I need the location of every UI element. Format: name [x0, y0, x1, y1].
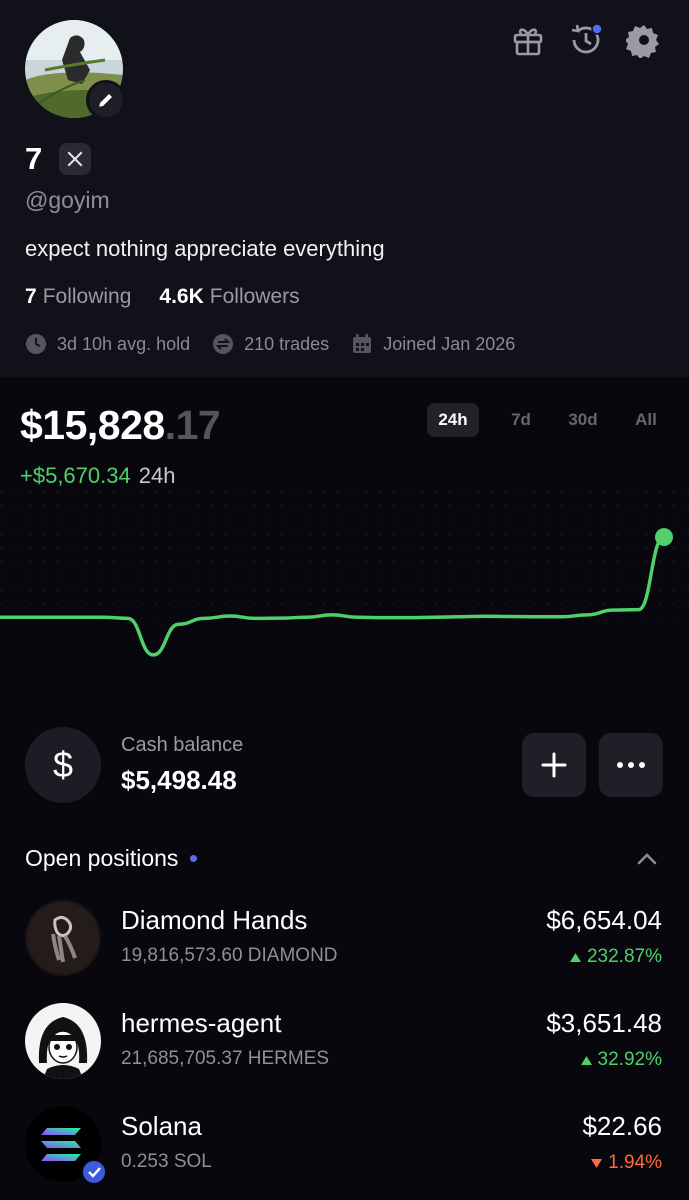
- new-indicator-dot: [190, 855, 198, 862]
- position-row[interactable]: Diamond Hands 19,816,573.60 DIAMOND $6,6…: [0, 900, 689, 990]
- joined-stat: Joined Jan 2026: [351, 333, 515, 355]
- position-name: hermes-agent: [121, 1008, 282, 1038]
- position-value: $22.66: [582, 1111, 662, 1141]
- open-positions-header: Open positions: [25, 845, 198, 872]
- chart-end-point: [655, 528, 673, 547]
- calendar-icon: [353, 334, 372, 353]
- position-change: 1.94%: [591, 1152, 662, 1174]
- change-amount: +$5,670.34: [20, 463, 131, 488]
- tab-7d[interactable]: 7d: [493, 403, 549, 437]
- more-options-button[interactable]: [599, 733, 663, 797]
- balance-cents: .17: [164, 402, 221, 448]
- tab-24h[interactable]: 24h: [427, 403, 479, 437]
- gear-icon[interactable]: [626, 22, 662, 58]
- pencil-icon: [99, 94, 112, 107]
- position-change-value: 232.87%: [586, 946, 662, 967]
- followers-count[interactable]: 4.6K: [159, 285, 203, 309]
- position-value: $3,651.48: [546, 1008, 662, 1038]
- x-logo-icon[interactable]: [59, 143, 91, 175]
- chevron-up-icon[interactable]: [636, 849, 658, 867]
- cash-symbol: $: [52, 744, 74, 785]
- position-name: Diamond Hands: [121, 905, 308, 935]
- plus-icon: [541, 752, 567, 778]
- trades-stat: 210 trades: [212, 333, 329, 355]
- position-value: $6,654.04: [546, 905, 662, 935]
- profile-bio: expect nothing appreciate everything: [25, 236, 385, 261]
- portfolio-chart[interactable]: [0, 490, 689, 690]
- profile-handle: @goyim: [25, 187, 110, 213]
- balance-main: $15,828: [20, 402, 165, 448]
- following-label[interactable]: Following: [43, 285, 132, 309]
- triangle-down-icon: [591, 1158, 603, 1168]
- trades-text: 210 trades: [244, 333, 330, 354]
- edit-avatar-button[interactable]: [86, 80, 126, 120]
- joined-text: Joined Jan 2026: [383, 333, 516, 354]
- position-change-value: 1.94%: [608, 1152, 662, 1173]
- position-change: 232.87%: [569, 946, 662, 968]
- position-row[interactable]: Solana 0.253 SOL $22.66 1.94%: [0, 1106, 689, 1196]
- position-change-value: 32.92%: [597, 1049, 662, 1070]
- tab-all[interactable]: All: [618, 403, 674, 437]
- dollar-icon: $: [25, 727, 101, 803]
- position-change: 32.92%: [580, 1049, 662, 1071]
- change-period: 24h: [138, 463, 176, 488]
- diamond-hands-token-icon: [25, 900, 101, 976]
- position-quantity: 19,816,573.60 DIAMOND: [121, 945, 338, 966]
- position-name: Solana: [121, 1111, 202, 1141]
- cash-balance-value: $5,498.48: [121, 765, 237, 795]
- portfolio-change: +$5,670.34 24h: [20, 463, 175, 489]
- hermes-agent-token-icon: [25, 1003, 101, 1079]
- verified-badge-icon: [81, 1159, 107, 1185]
- trader-stats: 3d 10h avg. hold 210 trades Joined Jan 2…: [25, 333, 537, 355]
- avg-hold-stat: 3d 10h avg. hold: [25, 333, 190, 355]
- add-cash-button[interactable]: [522, 733, 586, 797]
- gift-icon[interactable]: [510, 22, 546, 58]
- position-quantity: 0.253 SOL: [121, 1151, 212, 1172]
- swap-icon: [213, 334, 234, 354]
- triangle-up-icon: [580, 1055, 592, 1065]
- profile-name: 7: [25, 141, 43, 176]
- open-positions-title: Open positions: [25, 845, 179, 871]
- clock-icon: [26, 334, 46, 354]
- following-count[interactable]: 7: [25, 285, 37, 309]
- profile-header: 7 @goyim expect nothing appreciate every…: [0, 0, 689, 377]
- portfolio-balance: $15,828.17: [20, 402, 221, 449]
- tab-30d[interactable]: 30d: [555, 403, 611, 437]
- history-icon[interactable]: [568, 22, 604, 58]
- followers-label[interactable]: Followers: [210, 285, 300, 309]
- position-row[interactable]: hermes-agent 21,685,705.37 HERMES $3,651…: [0, 1003, 689, 1093]
- position-quantity: 21,685,705.37 HERMES: [121, 1048, 330, 1069]
- more-dots-icon: [617, 762, 645, 768]
- follow-stats: 7 Following 4.6K Followers: [25, 285, 300, 309]
- avg-hold-text: 3d 10h avg. hold: [57, 333, 191, 354]
- range-selector: 24h 7d 30d All: [427, 403, 674, 437]
- cash-balance-label: Cash balance: [121, 734, 244, 756]
- triangle-up-icon: [569, 952, 581, 962]
